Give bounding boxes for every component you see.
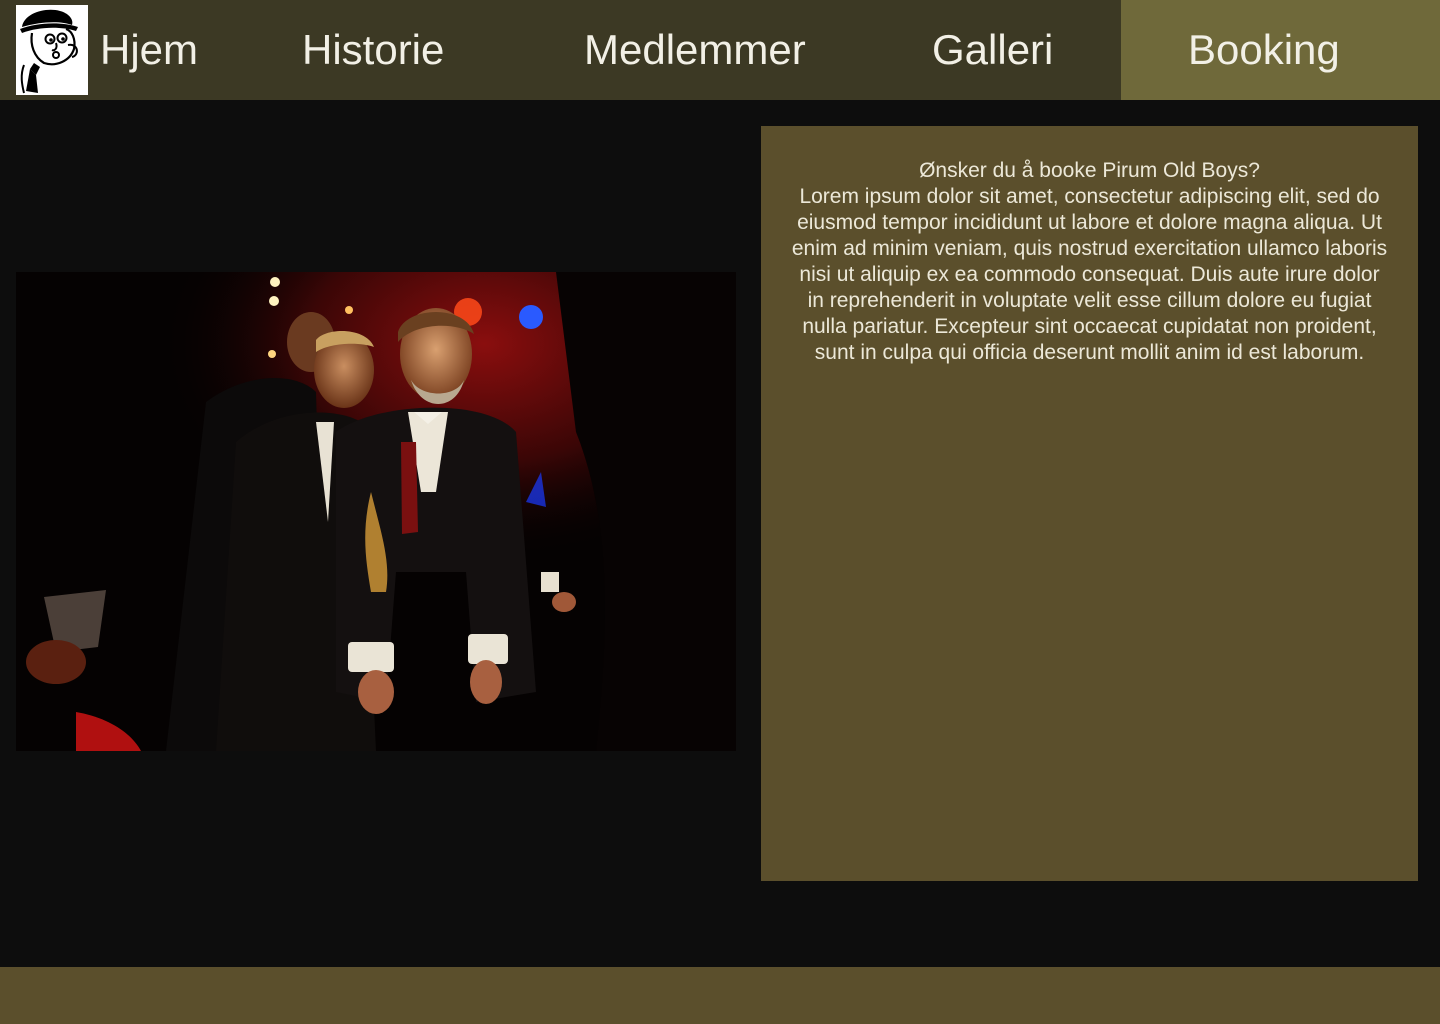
performers-photo [16, 272, 736, 751]
nav-medlemmer[interactable]: Medlemmer [584, 0, 806, 100]
booking-info-panel: Ønsker du å booke Pirum Old Boys? Lorem … [761, 126, 1418, 881]
caricature-logo-icon [16, 5, 88, 95]
footer [0, 967, 1440, 1024]
page: Hjem Historie Medlemmer Galleri Booking [0, 0, 1440, 1024]
booking-heading: Ønsker du å booke Pirum Old Boys? [919, 159, 1260, 182]
nav-historie[interactable]: Historie [302, 0, 444, 100]
top-navbar: Hjem Historie Medlemmer Galleri Booking [0, 0, 1440, 100]
nav-booking[interactable]: Booking [1188, 0, 1340, 100]
nav-hjem[interactable]: Hjem [100, 0, 198, 100]
logo-icon[interactable] [16, 5, 88, 95]
booking-body-text: Lorem ipsum dolor sit amet, consectetur … [791, 185, 1388, 364]
nav-galleri[interactable]: Galleri [932, 0, 1053, 100]
